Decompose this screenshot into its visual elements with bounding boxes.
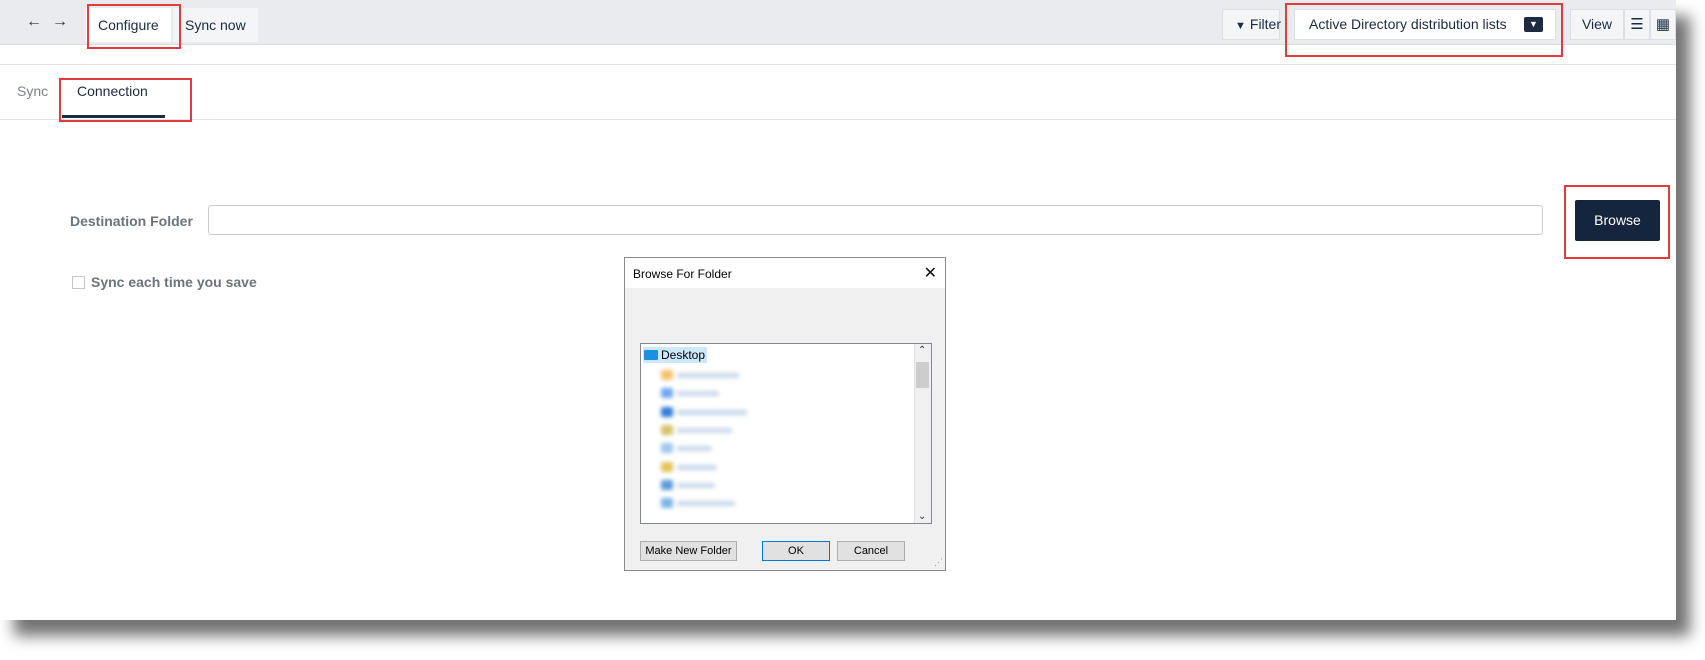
tree-item-desktop[interactable]: Desktop: [643, 347, 708, 363]
dialog-title: Browse For Folder: [633, 267, 732, 281]
funnel-icon: ▼: [1235, 20, 1246, 32]
resize-grip-icon[interactable]: ⋰: [934, 557, 943, 568]
highlight-box: [1285, 3, 1563, 57]
chevron-down-icon[interactable]: ⌄: [918, 511, 926, 522]
table-layout-icon[interactable]: ▦: [1650, 9, 1676, 40]
scroll-thumb[interactable]: [916, 362, 929, 388]
tree-item-label: Desktop: [661, 348, 706, 362]
sync-each-save-label: Sync each time you save: [91, 274, 257, 290]
highlight-box: [87, 4, 181, 49]
filter-button[interactable]: ▼ Filter: [1222, 9, 1282, 40]
chevron-up-icon[interactable]: ⌃: [918, 345, 926, 356]
view-button[interactable]: View: [1570, 9, 1624, 40]
dialog-title-bar: Browse For Folder ✕: [625, 258, 945, 288]
list-view-icon[interactable]: ☰: [1624, 9, 1650, 40]
browse-for-folder-dialog: Browse For Folder ✕ Desktop ⌃ ⌄ Make New…: [624, 257, 946, 571]
highlight-box: [59, 78, 192, 122]
destination-folder-input[interactable]: [208, 205, 1543, 235]
arrow-right-icon[interactable]: →: [52, 13, 68, 31]
sync-now-button[interactable]: Sync now: [173, 8, 258, 42]
close-icon[interactable]: ✕: [924, 263, 937, 283]
tab-bar: Sync Connection: [0, 64, 1676, 120]
folder-tree[interactable]: Desktop ⌃ ⌄: [640, 343, 932, 524]
app-window: ← → Configure Sync now ▼ Filter Active Di…: [0, 0, 1676, 620]
tree-scrollbar[interactable]: ⌃ ⌄: [914, 344, 931, 523]
ok-button[interactable]: OK: [762, 541, 830, 561]
tab-sync[interactable]: Sync: [17, 83, 48, 99]
sync-each-save-checkbox[interactable]: [72, 276, 85, 289]
arrow-left-icon[interactable]: ←: [26, 13, 42, 31]
cancel-button[interactable]: Cancel: [837, 541, 905, 561]
destination-folder-label: Destination Folder: [70, 213, 193, 229]
make-new-folder-button[interactable]: Make New Folder: [640, 541, 737, 561]
desktop-icon: [644, 350, 658, 360]
filter-label: Filter: [1249, 16, 1282, 32]
highlight-box: [1564, 185, 1670, 259]
